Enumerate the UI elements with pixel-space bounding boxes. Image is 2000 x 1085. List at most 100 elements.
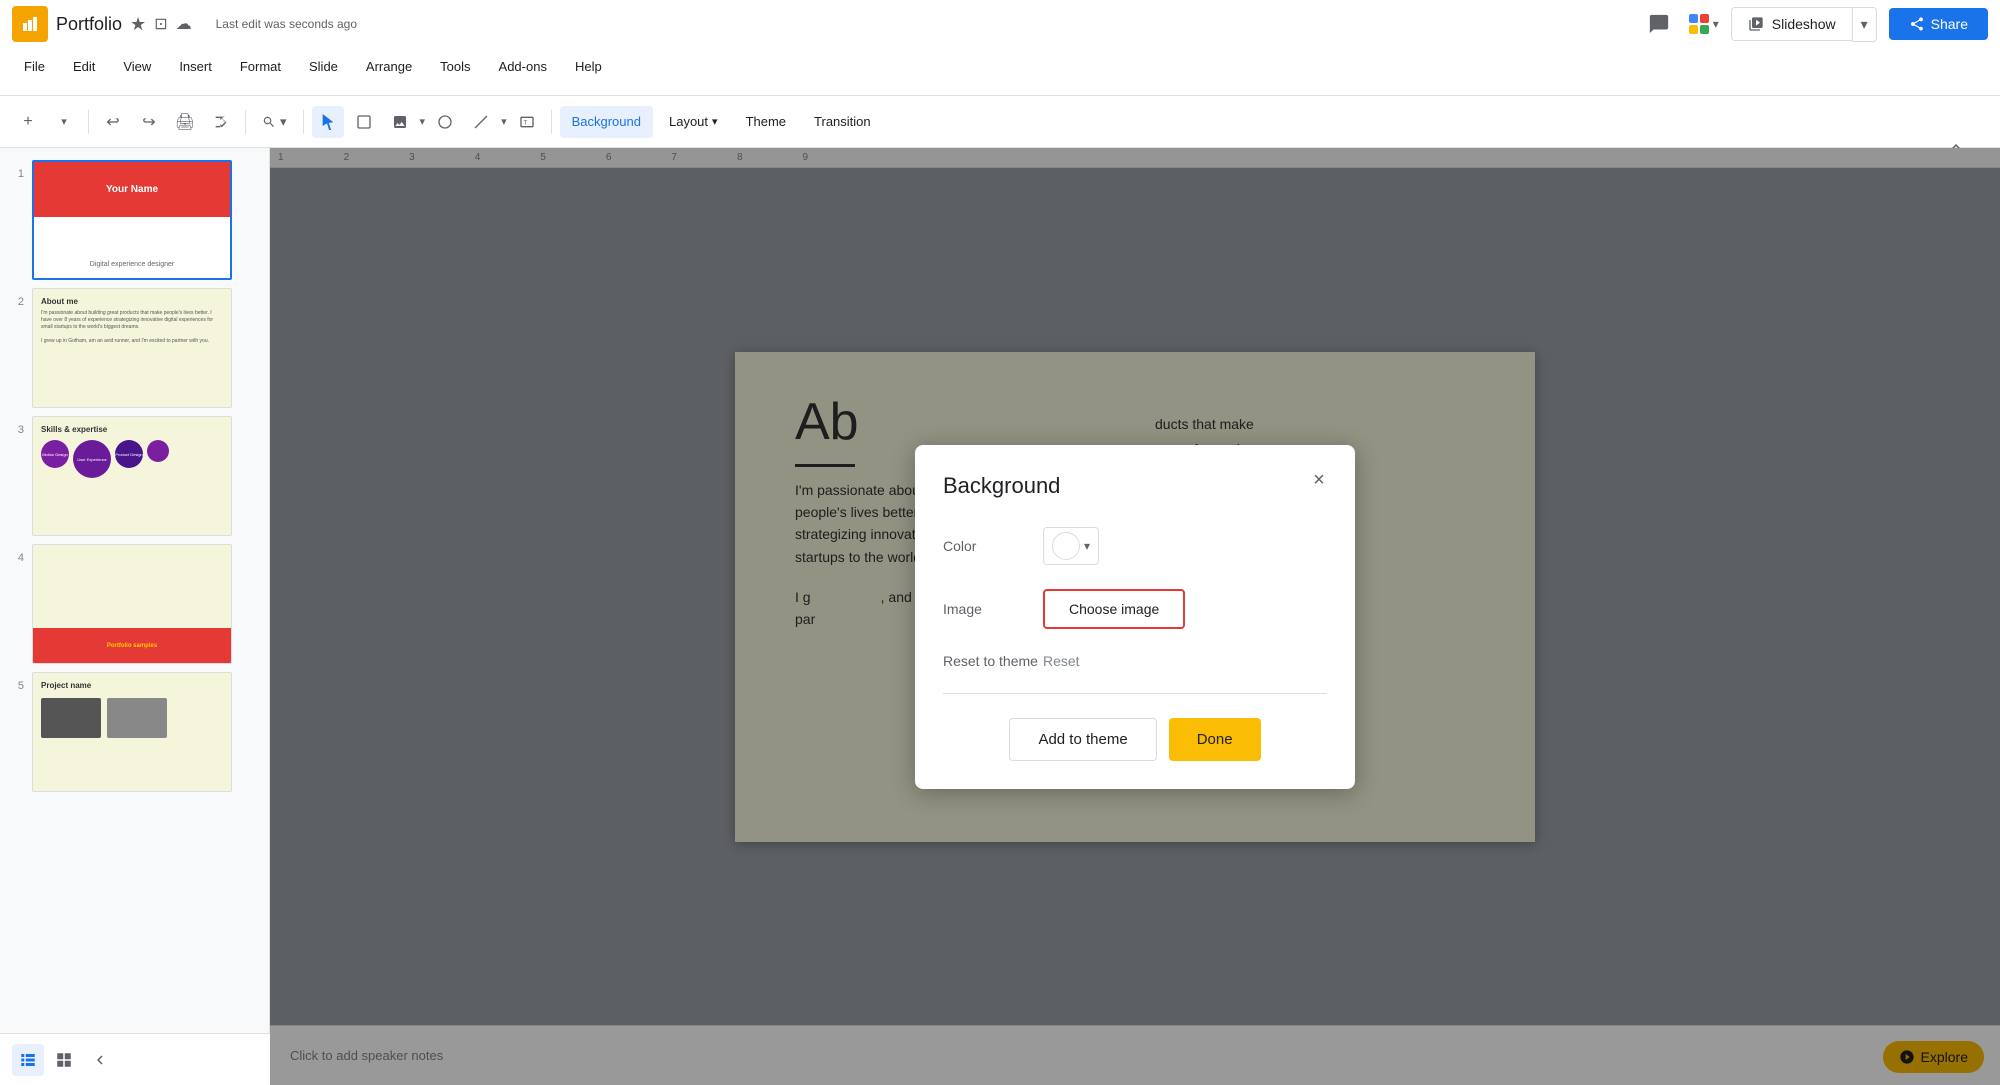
skill-circle-2: User Experience	[73, 440, 111, 478]
add-button[interactable]: +	[12, 106, 44, 138]
transition-toolbar-btn[interactable]: Transition	[802, 106, 883, 138]
slide-panel: 1 Your Name Digital experience designer …	[0, 148, 270, 1085]
toolbar: + ▾ ↩ ↪ 🖨 ▾ ▾ ▾ T Background Layout ▾ Th…	[0, 96, 2000, 148]
dialog-divider	[943, 693, 1327, 694]
menu-file[interactable]: File	[12, 55, 57, 78]
color-swatch	[1052, 532, 1080, 560]
menu-bar: File Edit View Insert Format Slide Arran…	[0, 48, 2000, 84]
menu-arrange[interactable]: Arrange	[354, 55, 424, 78]
undo-button[interactable]: ↩	[97, 106, 129, 138]
reset-button[interactable]: Reset	[1043, 653, 1080, 669]
slide1-subtitle: Digital experience designer	[34, 261, 230, 268]
slide-thumb-1: Your Name Digital experience designer	[32, 160, 232, 280]
list-view-btn[interactable]	[12, 1044, 44, 1076]
canvas-area: 1 2 3 4 5 6 7 8 9 Ab I'm passionate abou…	[270, 148, 2000, 1085]
slide2-title: About me	[41, 297, 223, 306]
zoom-button[interactable]: ▾	[254, 106, 295, 138]
title-right: ▾ Slideshow ▾ Share	[1641, 6, 1988, 42]
background-toolbar-btn[interactable]: Background	[560, 106, 653, 138]
modal-overlay[interactable]: Background × Color ▾ Image Choose image	[270, 148, 2000, 1085]
slide-number-1: 1	[8, 168, 24, 180]
select-box-button[interactable]	[348, 106, 380, 138]
reset-to-theme-label: Reset to theme	[943, 653, 1043, 669]
separator-1	[88, 110, 89, 134]
background-dialog: Background × Color ▾ Image Choose image	[915, 445, 1355, 789]
line-button[interactable]	[465, 106, 497, 138]
slide2-text: I'm passionate about building great prod…	[41, 310, 223, 345]
layout-toolbar-btn[interactable]: Layout ▾	[657, 106, 730, 138]
slide-item-5[interactable]: 5 Project name	[0, 668, 269, 796]
color-dropdown-arrow: ▾	[1084, 539, 1090, 553]
slide-item-1[interactable]: 1 Your Name Digital experience designer	[0, 156, 269, 284]
dialog-actions: Add to theme Done	[943, 718, 1327, 761]
color-label: Color	[943, 538, 1043, 554]
separator-2	[245, 110, 246, 134]
title-bar: Portfolio ★ ⊡ ☁ Last edit was seconds ag…	[0, 0, 2000, 48]
cursor-button[interactable]	[312, 106, 344, 138]
slideshow-dropdown[interactable]: ▾	[1852, 7, 1877, 42]
grid-view-btn[interactable]	[48, 1044, 80, 1076]
slide-number-3: 3	[8, 424, 24, 436]
paint-format-button[interactable]	[205, 106, 237, 138]
separator-4	[551, 110, 552, 134]
choose-image-button[interactable]: Choose image	[1043, 589, 1185, 629]
menu-insert[interactable]: Insert	[167, 55, 224, 78]
print-button[interactable]: 🖨	[169, 106, 201, 138]
skill-circle-3: Product Design	[115, 440, 143, 468]
slideshow-main-button[interactable]: Slideshow	[1731, 7, 1852, 41]
slide-item-2[interactable]: 2 About me I'm passionate about building…	[0, 284, 269, 412]
add-dropdown[interactable]: ▾	[48, 106, 80, 138]
menu-slide[interactable]: Slide	[297, 55, 350, 78]
menu-view[interactable]: View	[111, 55, 163, 78]
dialog-title: Background	[943, 473, 1327, 499]
slide-thumb-2: About me I'm passionate about building g…	[32, 288, 232, 408]
slide-number-5: 5	[8, 680, 24, 692]
menu-addons[interactable]: Add-ons	[487, 55, 559, 78]
layout-label: Layout	[669, 114, 708, 129]
done-button[interactable]: Done	[1169, 718, 1261, 761]
reset-row: Reset to theme Reset	[943, 653, 1327, 669]
text-box-button[interactable]: T	[511, 106, 543, 138]
top-bar: Portfolio ★ ⊡ ☁ Last edit was seconds ag…	[0, 0, 2000, 96]
slide5-title: Project name	[41, 681, 223, 690]
comment-button[interactable]	[1641, 6, 1677, 42]
add-to-theme-button[interactable]: Add to theme	[1009, 718, 1156, 761]
color-picker-button[interactable]: ▾	[1043, 527, 1099, 565]
collapse-sidebar-btn[interactable]	[84, 1044, 116, 1076]
slide-item-4[interactable]: 4 Portfolio samples	[0, 540, 269, 668]
title-icons: ★ ⊡ ☁	[130, 14, 192, 35]
slide4-label: Portfolio samples	[107, 643, 157, 649]
cloud-icon[interactable]: ☁	[176, 14, 192, 34]
star-icon[interactable]: ★	[130, 14, 146, 35]
slide1-name: Your Name	[106, 184, 158, 195]
redo-button[interactable]: ↪	[133, 106, 165, 138]
folder-icon[interactable]: ⊡	[154, 14, 167, 34]
insert-image-button[interactable]	[384, 106, 416, 138]
slideshow-label: Slideshow	[1772, 16, 1836, 32]
shapes-button[interactable]	[429, 106, 461, 138]
app-icon	[12, 6, 48, 42]
skill-circle-4	[147, 440, 169, 462]
menu-format[interactable]: Format	[228, 55, 293, 78]
theme-toolbar-btn[interactable]: Theme	[734, 106, 798, 138]
sidebar-bottom-bar	[0, 1033, 270, 1085]
slide-number-4: 4	[8, 552, 24, 564]
slide-number-2: 2	[8, 296, 24, 308]
color-row: Color ▾	[943, 527, 1327, 565]
slide-thumb-3: Skills & expertise Motion Design User Ex…	[32, 416, 232, 536]
share-button[interactable]: Share	[1889, 8, 1988, 40]
image-label: Image	[943, 601, 1043, 617]
image-row: Image Choose image	[943, 589, 1327, 629]
skill-circle-1: Motion Design	[41, 440, 69, 468]
last-edit: Last edit was seconds ago	[216, 17, 357, 31]
slideshow-button[interactable]: Slideshow ▾	[1731, 7, 1877, 42]
menu-tools[interactable]: Tools	[428, 55, 482, 78]
menu-edit[interactable]: Edit	[61, 55, 107, 78]
close-dialog-button[interactable]: ×	[1303, 465, 1335, 497]
main-layout: 1 Your Name Digital experience designer …	[0, 148, 2000, 1085]
slide-thumb-4: Portfolio samples	[32, 544, 232, 664]
meet-icon[interactable]: ▾	[1689, 14, 1719, 34]
menu-help[interactable]: Help	[563, 55, 614, 78]
slide-item-3[interactable]: 3 Skills & expertise Motion Design User …	[0, 412, 269, 540]
doc-title[interactable]: Portfolio	[56, 14, 122, 35]
